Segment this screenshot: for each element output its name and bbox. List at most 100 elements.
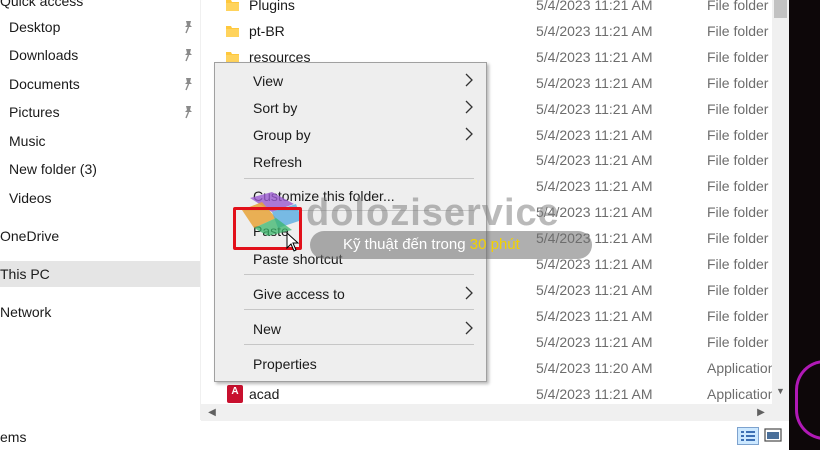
details-view-icon xyxy=(741,431,755,441)
file-type: File folder xyxy=(707,281,769,298)
nav-item-label: Desktop xyxy=(9,19,61,35)
file-type: File folder xyxy=(707,178,769,195)
nav-item-label: New folder (3) xyxy=(9,161,97,177)
nav-item-label: OneDrive xyxy=(0,228,60,244)
status-bar: ems xyxy=(0,421,789,450)
scrollbar-thumb[interactable] xyxy=(774,0,787,18)
nav-item-quick-access[interactable]: Quick access xyxy=(0,0,200,14)
nav-item-onedrive[interactable]: OneDrive xyxy=(0,223,200,249)
pin-icon[interactable] xyxy=(182,77,194,91)
file-date: 5/4/2023 11:21 AM xyxy=(536,48,653,65)
item-count: ems xyxy=(0,429,27,445)
acad-icon: A xyxy=(227,384,243,403)
menu-item-label: View xyxy=(253,73,284,89)
nav-item-label: Pictures xyxy=(9,104,60,120)
nav-item-documents[interactable]: Documents xyxy=(0,71,200,97)
folder-icon xyxy=(226,0,239,11)
chevron-right-icon xyxy=(465,73,473,87)
file-date: 5/4/2023 11:21 AM xyxy=(536,333,653,350)
file-date: 5/4/2023 11:21 AM xyxy=(536,100,653,117)
chevron-right-icon xyxy=(465,321,473,335)
menu-item-group-by[interactable]: Group by xyxy=(215,122,486,148)
file-type: File folder xyxy=(707,204,769,221)
large-icons-view-icon xyxy=(764,428,782,442)
menu-item-refresh[interactable]: Refresh xyxy=(215,149,486,175)
pin-icon[interactable] xyxy=(182,105,194,119)
nav-item-downloads[interactable]: Downloads xyxy=(0,42,200,68)
nav-item-label: Documents xyxy=(9,76,80,92)
scroll-down-icon[interactable]: ▼ xyxy=(775,386,786,398)
file-date: 5/4/2023 11:21 AM xyxy=(536,0,653,13)
file-type: File folder xyxy=(707,22,769,39)
pin-icon[interactable] xyxy=(182,20,194,34)
file-date: 5/4/2023 11:21 AM xyxy=(536,385,653,402)
nav-item-music[interactable]: Music xyxy=(0,128,200,154)
details-view-button[interactable] xyxy=(737,427,759,445)
nav-item-label: Network xyxy=(0,304,52,320)
file-date: 5/4/2023 11:21 AM xyxy=(536,281,653,298)
scroll-left-icon[interactable]: ◀ xyxy=(205,406,219,419)
file-name: acad xyxy=(249,385,280,402)
file-row[interactable]: pt-BR 5/4/2023 11:21 AM File folder xyxy=(201,19,772,45)
file-name: pt-BR xyxy=(249,22,285,39)
file-type: Application xyxy=(707,385,772,402)
menu-separator xyxy=(244,178,474,179)
file-date: 5/4/2023 11:21 AM xyxy=(536,307,653,324)
nav-item-desktop[interactable]: Desktop xyxy=(0,14,200,40)
menu-item-label: New xyxy=(253,321,282,337)
menu-item-label: Give access to xyxy=(253,286,345,302)
scroll-right-icon[interactable]: ▶ xyxy=(754,406,768,419)
file-type: File folder xyxy=(707,256,769,272)
file-date: 5/4/2023 11:21 AM xyxy=(536,74,653,91)
mouse-cursor-icon xyxy=(286,232,300,252)
folder-icon xyxy=(226,51,239,63)
menu-separator xyxy=(244,309,474,310)
menu-item-sort-by[interactable]: Sort by xyxy=(215,95,486,121)
chevron-right-icon xyxy=(465,127,473,141)
vertical-scrollbar[interactable]: ▼ xyxy=(772,0,789,404)
file-date: 5/4/2023 11:21 AM xyxy=(536,22,653,39)
file-row[interactable]: Aacad 5/4/2023 11:21 AM Application xyxy=(201,382,772,405)
menu-item-new[interactable]: New xyxy=(215,316,486,342)
file-type: Application xyxy=(707,359,772,376)
file-name: Plugins xyxy=(249,0,295,13)
file-date: 5/4/2023 11:20 AM xyxy=(536,359,653,376)
file-row[interactable]: Plugins 5/4/2023 11:21 AM File folder xyxy=(201,0,772,19)
pin-icon[interactable] xyxy=(182,48,194,62)
menu-item-view[interactable]: View xyxy=(215,68,486,94)
watermark-tagline: Kỹ thuật đến trong 30 phút xyxy=(343,236,520,253)
nav-item-label: This PC xyxy=(0,266,50,282)
nav-item-network[interactable]: Network xyxy=(0,299,200,325)
horizontal-scrollbar[interactable]: ◀ ▶ xyxy=(201,404,772,421)
large-icons-view-button[interactable] xyxy=(763,427,785,445)
menu-item-give-access-to[interactable]: Give access to xyxy=(215,281,486,307)
watermark-brand: doloziservice xyxy=(306,192,560,234)
chevron-right-icon xyxy=(465,286,473,300)
file-type: File folder xyxy=(707,152,769,169)
menu-item-label: Properties xyxy=(253,356,317,372)
file-type: File folder xyxy=(707,100,769,117)
menu-item-properties[interactable]: Properties xyxy=(215,351,486,377)
navigation-pane: Quick access Desktop Downloads Documents Pic… xyxy=(0,0,200,420)
chevron-right-icon xyxy=(465,100,473,114)
watermark-tagline-highlight: 30 phút xyxy=(469,236,520,253)
nav-item-videos[interactable]: Videos xyxy=(0,185,200,211)
file-type: File folder xyxy=(707,230,769,247)
scrollbar-corner xyxy=(772,404,789,421)
file-type: File folder xyxy=(707,0,769,13)
menu-item-label: Refresh xyxy=(253,154,303,170)
nav-item-this-pc[interactable]: This PC xyxy=(0,261,200,287)
file-date: 5/4/2023 11:21 AM xyxy=(536,126,653,143)
nav-item-pictures[interactable]: Pictures xyxy=(0,99,200,125)
file-type: File folder xyxy=(707,74,769,91)
file-type: File folder xyxy=(707,126,769,143)
menu-separator xyxy=(244,274,474,275)
nav-item-label: Quick access xyxy=(0,0,84,9)
nav-item-label: Downloads xyxy=(9,47,79,63)
menu-separator xyxy=(244,344,474,345)
menu-item-label: Sort by xyxy=(253,100,298,116)
file-date: 5/4/2023 11:21 AM xyxy=(536,152,653,169)
nav-item-label: Music xyxy=(9,133,46,149)
nav-item-new-folder-3[interactable]: New folder (3) xyxy=(0,156,200,182)
watermark-tagline-main: Kỹ thuật đến trong xyxy=(343,236,470,253)
